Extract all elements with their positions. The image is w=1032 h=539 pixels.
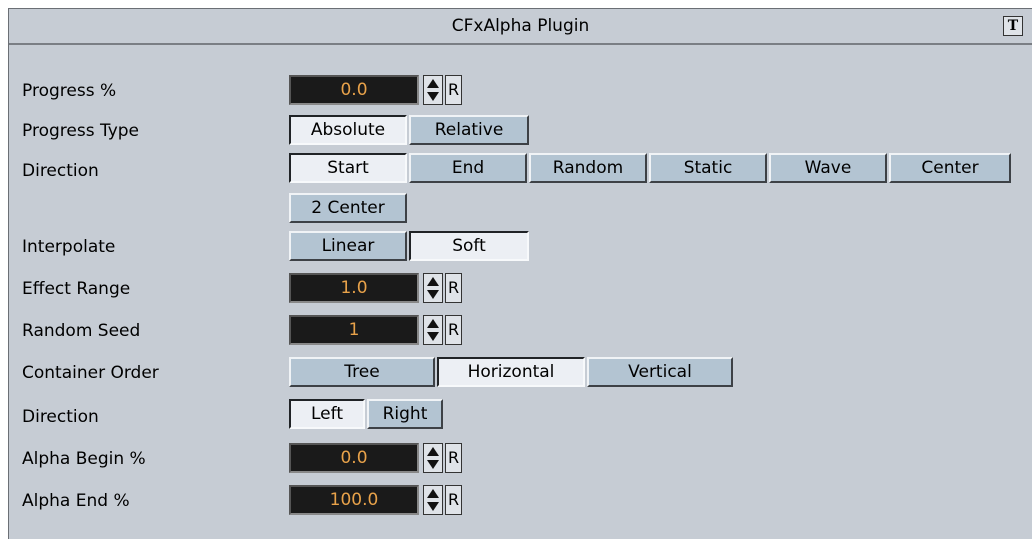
- progress-reset-button[interactable]: R: [445, 75, 462, 105]
- interpolate-label: Interpolate: [22, 237, 116, 257]
- plugin-panel: CFxAlpha Plugin 𝐓: [8, 8, 1032, 539]
- progress-type-absolute-button[interactable]: Absolute: [289, 115, 407, 145]
- progress-label: Progress %: [22, 81, 117, 101]
- random-seed-spinner[interactable]: [423, 315, 443, 345]
- title-bar: CFxAlpha Plugin 𝐓: [9, 9, 1032, 45]
- random-seed-reset-button[interactable]: R: [445, 315, 462, 345]
- spin-down-icon[interactable]: [427, 332, 439, 341]
- random-seed-label: Random Seed: [22, 321, 141, 341]
- effect-range-field[interactable]: 1.0: [289, 273, 419, 303]
- alpha-end-label: Alpha End %: [22, 491, 130, 511]
- spin-down-icon[interactable]: [427, 460, 439, 469]
- effect-range-label: Effect Range: [22, 279, 131, 299]
- direction-random-button[interactable]: Random: [529, 153, 647, 183]
- direction2-left-button[interactable]: Left: [289, 399, 365, 429]
- direction-static-button[interactable]: Static: [649, 153, 767, 183]
- alpha-begin-spinner[interactable]: [423, 443, 443, 473]
- container-order-horizontal-button[interactable]: Horizontal: [437, 357, 585, 387]
- spin-up-icon[interactable]: [427, 489, 439, 498]
- alpha-begin-reset-button[interactable]: R: [445, 443, 462, 473]
- spin-down-icon[interactable]: [427, 502, 439, 511]
- direction-start-button[interactable]: Start: [289, 153, 407, 183]
- interpolate-linear-button[interactable]: Linear: [289, 231, 407, 261]
- direction-2-center-button[interactable]: 2 Center: [289, 193, 407, 223]
- direction-label: Direction: [22, 161, 99, 181]
- container-order-label: Container Order: [22, 363, 159, 383]
- progress-type-relative-button[interactable]: Relative: [409, 115, 529, 145]
- direction2-right-button[interactable]: Right: [367, 399, 443, 429]
- progress-spinner[interactable]: [423, 75, 443, 105]
- progress-field[interactable]: 0.0: [289, 75, 419, 105]
- alpha-end-field[interactable]: 100.0: [289, 485, 419, 515]
- spin-up-icon[interactable]: [427, 447, 439, 456]
- alpha-begin-label: Alpha Begin %: [22, 449, 146, 469]
- spin-down-icon[interactable]: [427, 290, 439, 299]
- alpha-end-spinner[interactable]: [423, 485, 443, 515]
- container-order-tree-button[interactable]: Tree: [289, 357, 435, 387]
- interpolate-soft-button[interactable]: Soft: [409, 231, 529, 261]
- direction2-label: Direction: [22, 407, 99, 427]
- direction-end-button[interactable]: End: [409, 153, 527, 183]
- alpha-end-reset-button[interactable]: R: [445, 485, 462, 515]
- random-seed-field[interactable]: 1: [289, 315, 419, 345]
- direction-center-button[interactable]: Center: [889, 153, 1011, 183]
- container-order-vertical-button[interactable]: Vertical: [587, 357, 733, 387]
- effect-range-spinner[interactable]: [423, 273, 443, 303]
- spin-up-icon[interactable]: [427, 79, 439, 88]
- plugin-help-icon[interactable]: 𝐓: [1003, 16, 1023, 36]
- panel-title: CFxAlpha Plugin: [451, 16, 590, 36]
- effect-range-reset-button[interactable]: R: [445, 273, 462, 303]
- spin-up-icon[interactable]: [427, 319, 439, 328]
- spin-up-icon[interactable]: [427, 277, 439, 286]
- direction-wave-button[interactable]: Wave: [769, 153, 887, 183]
- spin-down-icon[interactable]: [427, 92, 439, 101]
- progress-type-label: Progress Type: [22, 121, 139, 141]
- alpha-begin-field[interactable]: 0.0: [289, 443, 419, 473]
